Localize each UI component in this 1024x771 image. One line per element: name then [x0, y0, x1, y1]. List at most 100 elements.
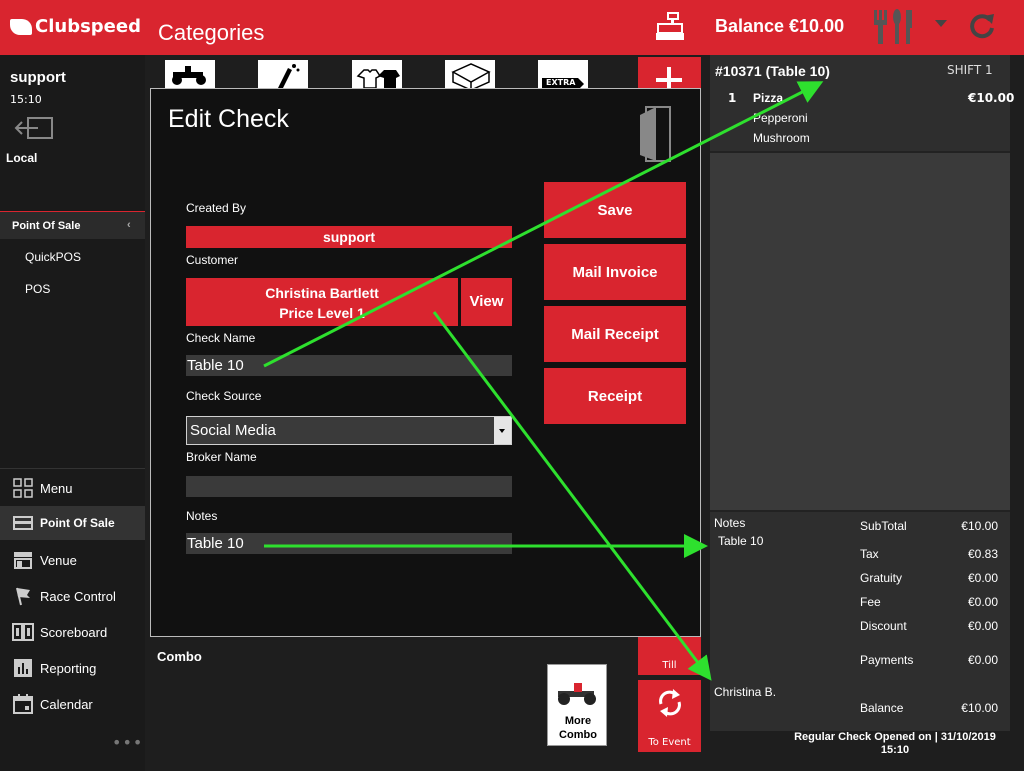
subtotal-label: SubTotal: [860, 519, 907, 533]
refresh-icon[interactable]: [968, 12, 996, 40]
discount-value: €0.00: [967, 619, 998, 633]
caret-down-icon[interactable]: [935, 20, 947, 27]
till-button[interactable]: Till: [638, 637, 701, 675]
broker-name-label: Broker Name: [186, 450, 257, 464]
nav-item-venue[interactable]: Venue: [0, 543, 145, 577]
nav-item-reporting[interactable]: Reporting: [0, 651, 145, 685]
view-customer-button[interactable]: View: [461, 278, 512, 326]
nav-label: Point Of Sale: [40, 516, 115, 530]
to-event-button[interactable]: To Event: [638, 680, 701, 752]
broker-name-input[interactable]: [186, 476, 512, 497]
category-apparel[interactable]: [352, 60, 402, 90]
label-line: More: [564, 715, 592, 727]
notes-input[interactable]: Table 10: [186, 533, 512, 554]
location-label: Local: [6, 151, 38, 165]
category-drinks[interactable]: [258, 60, 308, 90]
brand-name: Clubspeed: [35, 16, 141, 37]
check-source-label: Check Source: [186, 389, 262, 403]
order-summary: Notes Table 10 Christina B. SubTotal €10…: [710, 510, 1010, 731]
go-kart-icon: [172, 66, 206, 85]
logo-icon: [10, 18, 32, 35]
balance-label: Balance: [860, 701, 904, 715]
gratuity-value: €0.00: [967, 571, 998, 585]
extra-tag-label: EXTRA: [546, 78, 576, 87]
label-line: Combo: [559, 729, 597, 741]
nav-label: Venue: [40, 552, 77, 568]
check-source-select[interactable]: Social Media: [186, 416, 512, 445]
door-close-icon[interactable]: [638, 105, 672, 163]
line-item-name[interactable]: Pizza: [753, 91, 783, 105]
utensils-icon[interactable]: [868, 8, 916, 46]
check-number: #10371 (Table 10): [715, 63, 830, 79]
flag-icon: [12, 586, 34, 606]
customer-name: Christina B.: [714, 685, 777, 699]
customer-label: Customer: [186, 253, 239, 267]
payments-label: Payments: [860, 653, 914, 667]
more-combo-tile[interactable]: More Combo: [547, 664, 607, 746]
sidebar-item-quickpos[interactable]: QuickPOS: [25, 250, 81, 264]
gratuity-label: Gratuity: [860, 571, 903, 585]
storefront-icon: [12, 550, 34, 570]
receipt-button[interactable]: Receipt: [544, 368, 686, 424]
sidebar-section-point-of-sale[interactable]: Point Of Sale ‹: [0, 211, 145, 239]
logout-icon[interactable]: [14, 115, 56, 141]
line-modifier: Pepperoni: [753, 111, 808, 125]
dialog-title: Edit Check: [168, 105, 289, 133]
subtotal-value: €10.00: [961, 519, 998, 533]
balance-display: Balance €10.00: [715, 16, 845, 36]
more-options-icon[interactable]: •••: [112, 733, 143, 752]
edit-check-dialog: Edit Check Created By support Customer C…: [150, 88, 701, 637]
check-opened-line: Regular Check Opened on | 31/10/2019: [794, 731, 996, 743]
nav-item-menu[interactable]: Menu: [0, 471, 145, 505]
line-quantity: 1: [728, 91, 737, 105]
created-by-label: Created By: [186, 201, 247, 215]
nav-label: Calendar: [40, 696, 93, 712]
order-panel: #10371 (Table 10) SHIFT 1 1 Pizza €10.00…: [710, 55, 1014, 731]
line-modifier: Mushroom: [753, 131, 810, 145]
page-title: Categories: [158, 20, 265, 45]
save-button[interactable]: Save: [544, 182, 686, 238]
nav-item-race-control[interactable]: Race Control: [0, 579, 145, 613]
nav-label: Reporting: [40, 660, 97, 676]
bar-chart-icon: [12, 658, 34, 678]
category-extra[interactable]: EXTRA: [538, 60, 588, 90]
nav-item-point-of-sale[interactable]: Point Of Sale: [0, 506, 145, 540]
section-label: Point Of Sale: [12, 220, 81, 232]
customer-field[interactable]: Christina Bartlett Price Level 1: [186, 278, 458, 326]
sidebar-item-pos[interactable]: POS: [25, 282, 50, 296]
nav-item-calendar[interactable]: Calendar: [0, 687, 145, 721]
scoreboard-icon: [12, 622, 34, 642]
chevron-left-icon: ‹: [127, 219, 131, 231]
discount-label: Discount: [860, 619, 907, 633]
check-opened-info: Regular Check Opened on | 31/10/2019 15:…: [770, 731, 1020, 757]
category-gifts[interactable]: [445, 60, 495, 91]
line-price: €10.00: [968, 91, 1015, 105]
created-by-field: support: [186, 226, 512, 248]
gift-box-icon: [451, 63, 491, 91]
mail-receipt-button[interactable]: Mail Receipt: [544, 306, 686, 362]
clock: 15:10: [10, 93, 42, 106]
sidebar: support 15:10 Local Point Of Sale ‹ Quic…: [0, 55, 145, 771]
dropdown-arrow-icon[interactable]: [494, 417, 511, 444]
nav-item-scoreboard[interactable]: Scoreboard: [0, 615, 145, 649]
till-label: Till: [662, 660, 677, 671]
t-shirt-icon: [356, 69, 400, 89]
clubspeed-logo[interactable]: Clubspeed: [10, 16, 141, 37]
check-name-label: Check Name: [186, 331, 256, 345]
combo-label: Combo: [157, 649, 202, 664]
cash-register-icon[interactable]: [654, 12, 686, 42]
sync-icon: [659, 689, 681, 717]
calendar-icon: [12, 694, 34, 714]
fee-value: €0.00: [967, 595, 998, 609]
to-event-label: To Event: [648, 737, 691, 748]
customer-full-name: Christina Bartlett: [265, 285, 379, 301]
register-icon: [12, 513, 34, 533]
payments-value: €0.00: [967, 653, 998, 667]
nav-label: Race Control: [40, 588, 116, 604]
tax-label: Tax: [860, 547, 879, 561]
order-header: #10371 (Table 10) SHIFT 1 1 Pizza €10.00…: [710, 55, 1014, 153]
check-opened-time: 15:10: [880, 744, 910, 756]
mail-invoice-button[interactable]: Mail Invoice: [544, 244, 686, 300]
check-name-input[interactable]: Table 10: [186, 355, 512, 376]
category-karting[interactable]: [165, 60, 215, 90]
